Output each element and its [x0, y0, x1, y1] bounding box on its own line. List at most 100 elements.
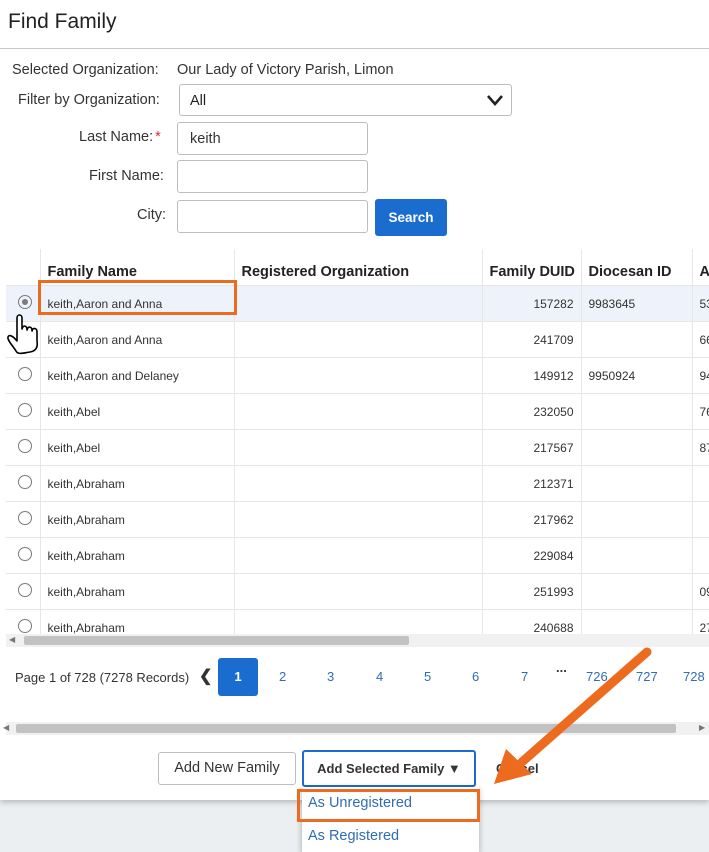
diocesan-id-cell	[581, 393, 693, 430]
row-select-radio[interactable]	[18, 331, 32, 345]
row-select-radio[interactable]	[18, 619, 32, 633]
pagination: Page 1 of 728 (7278 Records) ❮ 1 2 3 4 5…	[0, 650, 709, 700]
row-select-radio[interactable]	[18, 439, 32, 453]
page-current[interactable]: 1	[218, 658, 258, 696]
table-scrollbar-thumb[interactable]	[24, 636, 409, 645]
table-row[interactable]: keith,Abraham 217962	[6, 501, 709, 538]
page-link[interactable]: 726	[586, 669, 608, 684]
column-header-family-duid[interactable]: Family DUID	[482, 249, 582, 286]
family-name-link[interactable]: keith,Abel	[40, 429, 235, 466]
filter-org-value: All	[190, 93, 207, 109]
dialog-title: Find Family	[8, 10, 117, 33]
select-column-header	[6, 249, 41, 286]
select-cell[interactable]	[6, 357, 41, 394]
page-link[interactable]: 5	[424, 669, 431, 684]
table-row[interactable]: keith,Aaron and Anna 241709 66	[6, 321, 709, 358]
ac-cell	[692, 501, 709, 538]
add-selected-family-button[interactable]: Add Selected Family ▼	[302, 750, 476, 787]
dialog-scrollbar-thumb[interactable]	[16, 724, 676, 733]
first-name-label: First Name:	[89, 168, 164, 184]
family-name-link[interactable]: keith,Abraham	[40, 537, 235, 574]
family-name-link[interactable]: keith,Abraham	[40, 465, 235, 502]
select-cell[interactable]	[6, 537, 41, 574]
prev-page-icon[interactable]: ❮	[199, 666, 212, 686]
diocesan-id-cell	[581, 501, 693, 538]
row-select-radio[interactable]	[18, 547, 32, 561]
search-button[interactable]: Search	[375, 199, 447, 236]
scroll-left-icon[interactable]: ◀	[9, 635, 15, 644]
table-row[interactable]: keith,Abraham 229084	[6, 537, 709, 574]
registered-org-cell	[234, 573, 483, 610]
dialog-horizontal-scrollbar[interactable]: ◀ ▶	[3, 722, 709, 735]
required-mark: *	[155, 129, 161, 145]
select-cell[interactable]	[6, 393, 41, 430]
family-duid-cell: 217567	[482, 429, 582, 466]
family-name-link[interactable]: keith,Aaron and Anna	[40, 321, 235, 358]
diocesan-id-cell: 9983645	[581, 285, 693, 322]
select-cell[interactable]	[6, 321, 41, 358]
last-name-label: Last Name: *	[79, 129, 161, 145]
family-name-link[interactable]: keith,Abraham	[40, 501, 235, 538]
last-name-input[interactable]	[177, 122, 368, 155]
pagination-summary: Page 1 of 728 (7278 Records)	[15, 670, 190, 685]
chevron-down-icon	[487, 95, 503, 106]
diocesan-id-cell	[581, 465, 693, 502]
select-cell[interactable]	[6, 501, 41, 538]
select-cell[interactable]	[6, 285, 41, 322]
row-select-radio[interactable]	[18, 583, 32, 597]
menu-item-as-registered[interactable]: As Registered	[308, 828, 399, 844]
family-name-link[interactable]: keith,Abel	[40, 393, 235, 430]
ac-cell: 76	[692, 393, 709, 430]
table-row[interactable]: keith,Abel 232050 76	[6, 393, 709, 430]
table-row[interactable]: keith,Abraham 212371	[6, 465, 709, 502]
row-select-radio[interactable]	[18, 511, 32, 525]
page-link[interactable]: 3	[327, 669, 334, 684]
page-link[interactable]: 2	[279, 669, 286, 684]
select-cell[interactable]	[6, 573, 41, 610]
registered-org-cell	[234, 501, 483, 538]
filter-org-select[interactable]: All	[179, 84, 512, 116]
registered-org-cell	[234, 465, 483, 502]
row-select-radio[interactable]	[18, 403, 32, 417]
registered-org-cell	[234, 285, 483, 322]
page-link[interactable]: 7	[521, 669, 528, 684]
diocesan-id-cell	[581, 537, 693, 574]
ac-cell: 09	[692, 573, 709, 610]
row-select-radio[interactable]	[18, 367, 32, 381]
cancel-button[interactable]: Cancel	[496, 761, 539, 776]
first-name-input[interactable]	[177, 160, 368, 193]
find-family-dialog: Find Family Selected Organization: Our L…	[0, 0, 709, 800]
page-ellipsis: ...	[556, 660, 567, 675]
add-new-family-button[interactable]: Add New Family	[158, 752, 296, 785]
row-select-radio[interactable]	[18, 475, 32, 489]
table-horizontal-scrollbar[interactable]: ◀	[6, 634, 709, 647]
column-header-ac[interactable]: Ac	[692, 249, 709, 286]
family-duid-cell: 217962	[482, 501, 582, 538]
diocesan-id-cell	[581, 429, 693, 466]
ac-cell: 53	[692, 285, 709, 322]
page-link[interactable]: 4	[376, 669, 383, 684]
table-row[interactable]: keith,Aaron and Delaney 149912995092494	[6, 357, 709, 394]
family-duid-cell: 229084	[482, 537, 582, 574]
table-row[interactable]: keith,Abraham 251993 09	[6, 573, 709, 610]
page-link[interactable]: 727	[636, 669, 658, 684]
family-name-link[interactable]: keith,Abraham	[40, 573, 235, 610]
column-header-registered-org[interactable]: Registered Organization	[234, 249, 483, 286]
scroll-left-icon[interactable]: ◀	[3, 723, 9, 732]
diocesan-id-cell	[581, 321, 693, 358]
select-cell[interactable]	[6, 465, 41, 502]
registered-org-cell	[234, 429, 483, 466]
highlight-box	[38, 280, 237, 315]
city-input[interactable]	[177, 200, 368, 233]
family-name-link[interactable]: keith,Aaron and Delaney	[40, 357, 235, 394]
ac-cell	[692, 537, 709, 574]
page-link[interactable]: 6	[472, 669, 479, 684]
select-cell[interactable]	[6, 429, 41, 466]
table-row[interactable]: keith,Abel 217567 87	[6, 429, 709, 466]
scroll-right-icon[interactable]: ▶	[699, 723, 705, 732]
row-select-radio[interactable]	[18, 295, 32, 309]
selected-org-label: Selected Organization:	[12, 62, 159, 78]
column-header-diocesan-id[interactable]: Diocesan ID	[581, 249, 693, 286]
ac-cell	[692, 465, 709, 502]
page-link[interactable]: 728	[683, 669, 705, 684]
